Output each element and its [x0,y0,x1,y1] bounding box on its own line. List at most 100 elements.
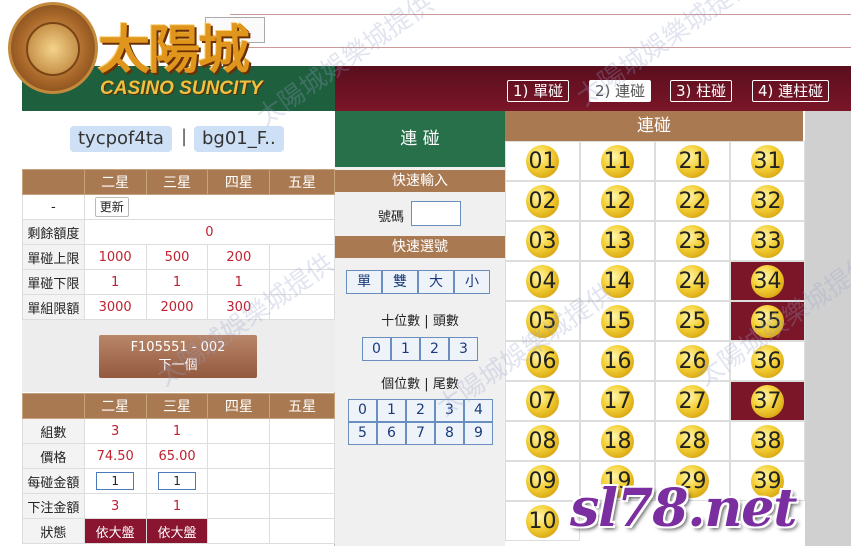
number-cell[interactable]: 04 [505,261,580,301]
units-button[interactable]: 8 [435,422,464,445]
number-cell[interactable]: 35 [730,301,805,341]
number-cell[interactable]: 27 [655,381,730,421]
number-cell[interactable]: 01 [505,141,580,181]
number-ball: 01 [526,145,559,178]
number-cell[interactable]: 05 [505,301,580,341]
number-cell[interactable]: 28 [655,421,730,461]
number-cell[interactable]: 32 [730,181,805,221]
small-button[interactable]: 小 [454,270,490,294]
tens-button[interactable]: 1 [391,337,420,361]
number-ball: 37 [751,385,784,418]
units-button[interactable]: 6 [377,422,406,445]
number-ball: 24 [676,265,709,298]
total-row: 下注金額 3 1 [22,493,335,519]
total-value: 1 [145,493,209,519]
bet-header: 二星 [83,393,147,419]
number-cell[interactable]: 25 [655,301,730,341]
number-input[interactable] [411,201,461,226]
number-grid-title: 連碰 [505,111,803,141]
number-cell[interactable]: 18 [580,421,655,461]
next-code-button[interactable]: F105551 - 002 下一個 [99,335,257,378]
number-cell[interactable]: 08 [505,421,580,461]
number-cell[interactable]: 23 [655,221,730,261]
price-value: 74.50 [83,443,147,469]
even-button[interactable]: 雙 [382,270,418,294]
number-cell[interactable]: 03 [505,221,580,261]
number-cell[interactable]: 12 [580,181,655,221]
price-value [269,443,335,469]
total-value [207,493,271,519]
quick-select-header: 快速選號 [335,236,505,258]
number-cell[interactable]: 34 [730,261,805,301]
limit-value: 200 [207,244,271,270]
number-cell[interactable]: 21 [655,141,730,181]
logo-chinese-text: 太陽城 [98,20,250,81]
limit-value: 1 [145,269,209,295]
number-cell[interactable]: 11 [580,141,655,181]
number-cell[interactable]: 07 [505,381,580,421]
tab-column-hit[interactable]: 3) 柱碰 [670,80,733,102]
units-button[interactable]: 3 [435,399,464,422]
units-button[interactable]: 0 [348,399,377,422]
limit-value: 1000 [83,244,147,270]
number-ball: 10 [526,505,559,538]
units-button[interactable]: 5 [348,422,377,445]
number-cell[interactable]: 02 [505,181,580,221]
number-cell[interactable]: 38 [730,421,805,461]
tab-consecutive-hit[interactable]: 2) 連碰 [589,80,652,102]
units-button[interactable]: 2 [406,399,435,422]
status-empty [269,518,335,544]
limit-label: 單碰下限 [22,269,85,295]
number-cell[interactable]: 10 [505,501,580,541]
number-ball: 26 [676,345,709,378]
limits-header-row: 二星 三星 四星 五星 [22,169,335,195]
per-amount-input[interactable]: 1 [96,472,135,490]
number-cell[interactable]: 06 [505,341,580,381]
site-brand-overlay: sl78.net [570,478,797,539]
number-ball: 05 [526,305,559,338]
total-label: 下注金額 [22,493,85,519]
number-cell[interactable]: 15 [580,301,655,341]
number-cell[interactable]: 09 [505,461,580,501]
limit-row: 單碰上限 1000 500 200 [22,244,335,270]
number-cell[interactable]: 14 [580,261,655,301]
number-cell[interactable]: 16 [580,341,655,381]
number-cell[interactable]: 37 [730,381,805,421]
number-label: 號碼 [378,210,405,225]
number-ball: 36 [751,345,784,378]
number-cell[interactable]: 33 [730,221,805,261]
number-cell[interactable]: 36 [730,341,805,381]
tens-button[interactable]: 3 [449,337,478,361]
per-amount-input[interactable]: 1 [158,472,197,490]
top-strip [230,14,851,48]
number-ball: 07 [526,385,559,418]
number-ball: 34 [751,265,784,298]
tab-single-hit[interactable]: 1) 單碰 [507,80,570,102]
number-cell[interactable]: 31 [730,141,805,181]
right-scroll-strip [805,111,851,546]
limits-header: 三星 [145,169,209,195]
number-ball: 27 [676,385,709,418]
units-button[interactable]: 1 [377,399,406,422]
units-button[interactable]: 4 [464,399,493,422]
units-button[interactable]: 7 [406,422,435,445]
big-button[interactable]: 大 [418,270,454,294]
number-ball: 31 [751,145,784,178]
account-id: bg01_F.. [194,126,284,152]
number-cell[interactable]: 26 [655,341,730,381]
tens-button[interactable]: 2 [420,337,449,361]
tens-buttons: 0 1 2 3 [362,337,478,361]
number-ball: 22 [676,185,709,218]
number-cell[interactable]: 22 [655,181,730,221]
update-button[interactable]: 更新 [94,197,129,217]
odd-button[interactable]: 單 [346,270,382,294]
number-cell[interactable]: 24 [655,261,730,301]
sun-logo-center [26,22,80,76]
units-button[interactable]: 9 [464,422,493,445]
number-cell[interactable]: 13 [580,221,655,261]
logo-english-text: CASINO SUNCITY [100,78,263,99]
tens-button[interactable]: 0 [362,337,391,361]
limit-label: 單組限額 [22,294,85,320]
tab-consecutive-column-hit[interactable]: 4) 連柱碰 [752,80,830,102]
number-cell[interactable]: 17 [580,381,655,421]
